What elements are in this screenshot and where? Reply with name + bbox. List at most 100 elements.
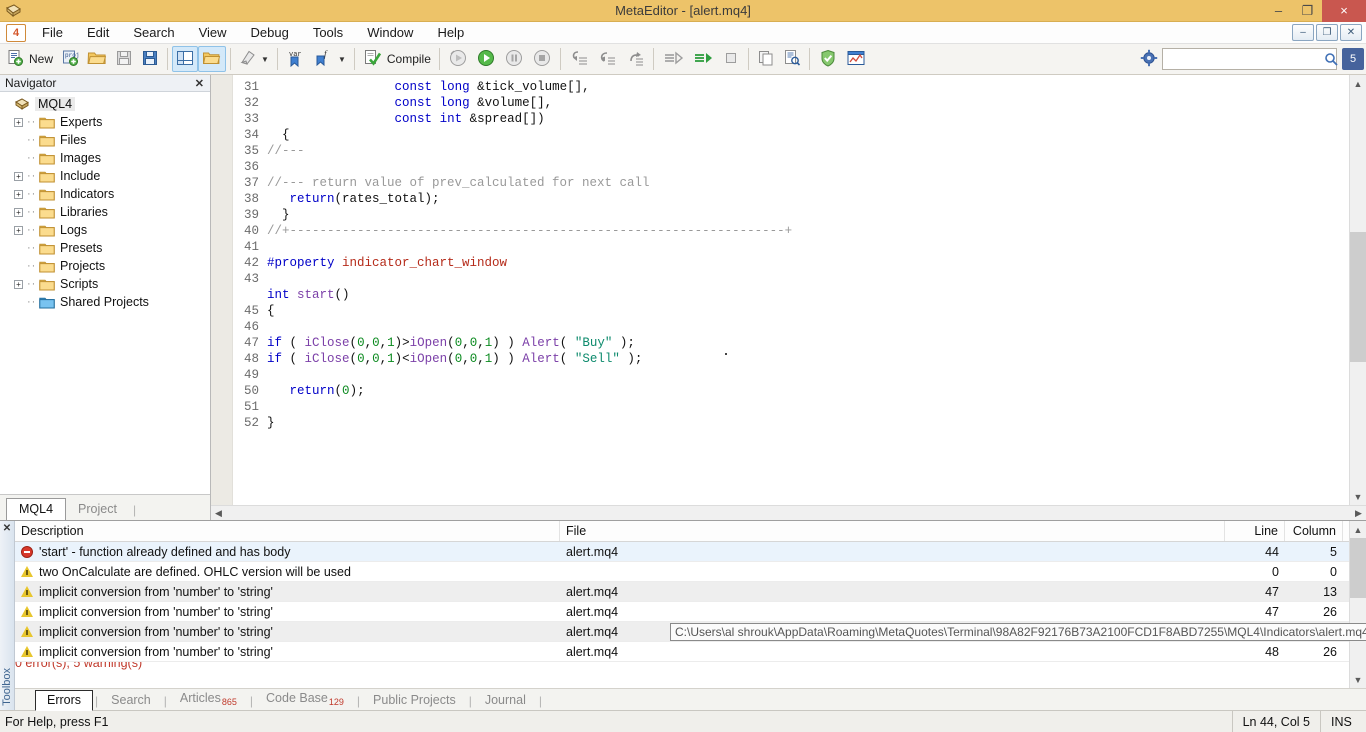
code-text-area[interactable]: 31 const long &tick_volume[],32 const lo…: [233, 75, 1349, 505]
column-header-column[interactable]: Column: [1285, 521, 1343, 541]
menu-help[interactable]: Help: [425, 22, 476, 43]
code-line[interactable]: 48if ( iClose(0,0,1)<iOpen(0,0,1) ) Aler…: [233, 351, 1349, 367]
expand-icon[interactable]: +: [14, 226, 23, 235]
properties-button[interactable]: [779, 46, 805, 72]
search-input[interactable]: [1163, 50, 1324, 68]
tree-item-libraries[interactable]: +··Libraries: [0, 203, 210, 221]
stop-debug-button[interactable]: [528, 46, 556, 72]
editor-scroll-thumb[interactable]: [1350, 232, 1366, 362]
code-line[interactable]: 50 return(0);: [233, 383, 1349, 399]
editor-vertical-scrollbar[interactable]: ▲ ▼: [1349, 75, 1366, 505]
scroll-up-arrow-icon[interactable]: ▲: [1350, 521, 1366, 538]
code-line[interactable]: 32 const long &volume[],: [233, 95, 1349, 111]
step-over-button[interactable]: [593, 46, 621, 72]
toggle-navigator-button[interactable]: [172, 46, 198, 72]
tree-item-projects[interactable]: ··Projects: [0, 257, 210, 275]
debug-history-button[interactable]: [444, 46, 472, 72]
tree-root-mql4[interactable]: MQL4: [0, 95, 210, 113]
code-line[interactable]: 43: [233, 271, 1349, 287]
code-line[interactable]: 34 {: [233, 127, 1349, 143]
navigator-tree[interactable]: MQL4 +··Experts··Files··Images+··Include…: [0, 92, 210, 494]
clipboard-button[interactable]: ▼: [235, 46, 273, 72]
code-line[interactable]: 51: [233, 399, 1349, 415]
code-line[interactable]: 49: [233, 367, 1349, 383]
toolbox-tab-search[interactable]: Search: [100, 691, 162, 710]
open-terminal-button[interactable]: [842, 46, 870, 72]
code-line[interactable]: 47if ( iClose(0,0,1)>iOpen(0,0,1) ) Aler…: [233, 335, 1349, 351]
new-file-button[interactable]: New: [2, 46, 57, 72]
code-line[interactable]: 35//---: [233, 143, 1349, 159]
toggle-toolbox-button[interactable]: [198, 46, 226, 72]
tree-item-presets[interactable]: ··Presets: [0, 239, 210, 257]
table-row[interactable]: implicit conversion from 'number' to 'st…: [15, 582, 1349, 602]
table-row[interactable]: implicit conversion from 'number' to 'st…: [15, 602, 1349, 622]
code-line[interactable]: 31 const long &tick_volume[],: [233, 79, 1349, 95]
save-button[interactable]: [111, 46, 137, 72]
search-result-count[interactable]: 5: [1342, 48, 1364, 70]
mdi-minimize-button[interactable]: –: [1292, 24, 1314, 41]
breakpoint-gutter[interactable]: [211, 75, 233, 505]
open-file-button[interactable]: [83, 46, 111, 72]
tree-item-experts[interactable]: +··Experts: [0, 113, 210, 131]
column-header-description[interactable]: Description: [15, 521, 560, 541]
scroll-down-arrow-icon[interactable]: ▼: [1350, 671, 1366, 688]
tree-item-images[interactable]: ··Images: [0, 149, 210, 167]
code-line[interactable]: 40//+-----------------------------------…: [233, 223, 1349, 239]
start-debug-button[interactable]: [472, 46, 500, 72]
window-maximize-button[interactable]: ❐: [1293, 0, 1322, 22]
bookmark-function-button[interactable]: f ▼: [310, 46, 350, 72]
toolbox-scroll-thumb[interactable]: [1350, 538, 1366, 598]
toolbar-search-box[interactable]: [1162, 48, 1337, 70]
code-line[interactable]: 37//--- return value of prev_calculated …: [233, 175, 1349, 191]
window-close-button[interactable]: ×: [1322, 0, 1366, 22]
pause-debug-button[interactable]: [500, 46, 528, 72]
close-icon[interactable]: ✕: [195, 77, 210, 90]
nav-tab-mql4[interactable]: MQL4: [6, 498, 66, 521]
save-all-button[interactable]: [137, 46, 163, 72]
table-row[interactable]: 'start' - function already defined and h…: [15, 542, 1349, 562]
resume-button[interactable]: [688, 46, 718, 72]
code-line[interactable]: 38 return(rates_total);: [233, 191, 1349, 207]
menu-tools[interactable]: Tools: [301, 22, 355, 43]
step-out-button[interactable]: [621, 46, 649, 72]
code-line[interactable]: 52}: [233, 415, 1349, 431]
search-icon[interactable]: [1324, 52, 1338, 66]
editor-horizontal-scrollbar[interactable]: ◀ ▶: [211, 505, 1366, 520]
code-line[interactable]: 41: [233, 239, 1349, 255]
code-line[interactable]: 42#property indicator_chart_window: [233, 255, 1349, 271]
step-into-button[interactable]: [565, 46, 593, 72]
toolbox-scroll-track[interactable]: [1350, 538, 1366, 671]
column-header-file[interactable]: File: [560, 521, 1225, 541]
tree-item-include[interactable]: +··Include: [0, 167, 210, 185]
table-row[interactable]: two OnCalculate are defined. OHLC versio…: [15, 562, 1349, 582]
menu-window[interactable]: Window: [355, 22, 425, 43]
window-minimize-button[interactable]: –: [1264, 0, 1293, 22]
scroll-right-arrow-icon[interactable]: ▶: [1351, 506, 1366, 521]
compile-button[interactable]: Compile: [359, 46, 435, 72]
mdi-close-button[interactable]: ✕: [1340, 24, 1362, 41]
code-line[interactable]: 45{: [233, 303, 1349, 319]
editor-scroll-track[interactable]: [1350, 92, 1366, 488]
menu-debug[interactable]: Debug: [239, 22, 301, 43]
expand-icon[interactable]: +: [14, 208, 23, 217]
toolbox-tab-articles[interactable]: Articles865: [169, 689, 248, 711]
scroll-down-arrow-icon[interactable]: ▼: [1350, 488, 1366, 505]
tree-item-shared-projects[interactable]: ··Shared Projects: [0, 293, 210, 311]
tree-item-files[interactable]: ··Files: [0, 131, 210, 149]
bookmark-var-button[interactable]: var: [282, 46, 310, 72]
code-line[interactable]: 36: [233, 159, 1349, 175]
copy-button[interactable]: [753, 46, 779, 72]
scroll-left-arrow-icon[interactable]: ◀: [211, 506, 226, 521]
metaquotes-id-button[interactable]: [814, 46, 842, 72]
stop-execution-button[interactable]: [718, 46, 744, 72]
expand-icon[interactable]: +: [14, 280, 23, 289]
run-to-cursor-button[interactable]: [658, 46, 688, 72]
settings-button[interactable]: [1136, 46, 1162, 72]
column-header-line[interactable]: Line: [1225, 521, 1285, 541]
tree-item-scripts[interactable]: +··Scripts: [0, 275, 210, 293]
toolbox-tab-errors[interactable]: Errors: [35, 690, 93, 711]
expand-icon[interactable]: +: [14, 118, 23, 127]
table-row[interactable]: implicit conversion from 'number' to 'st…: [15, 642, 1349, 662]
code-line[interactable]: int start(): [233, 287, 1349, 303]
toolbox-tab-journal[interactable]: Journal: [474, 691, 537, 710]
